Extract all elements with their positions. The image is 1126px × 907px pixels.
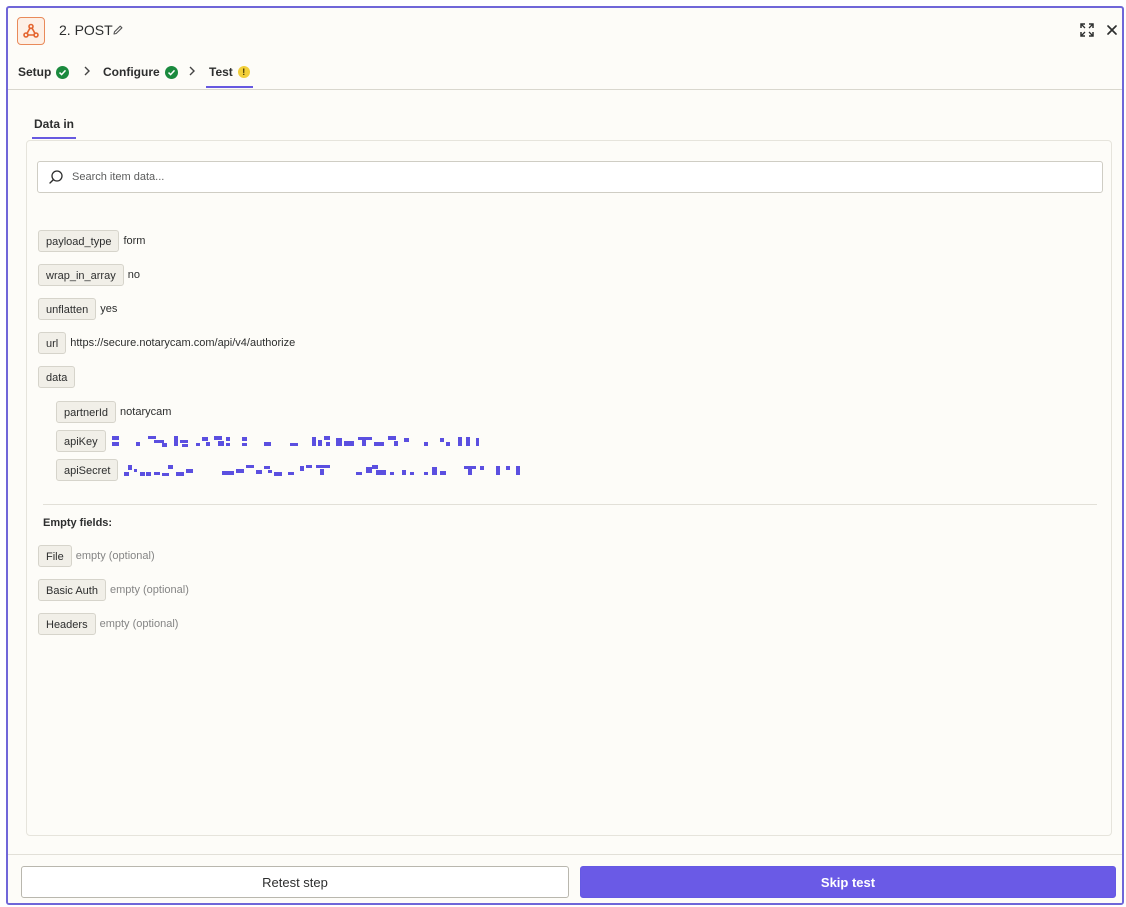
- field-key[interactable]: data: [38, 366, 76, 388]
- tab-data-in[interactable]: Data in: [34, 117, 74, 131]
- search-icon: [49, 170, 63, 184]
- step-configure[interactable]: Configure: [103, 65, 178, 79]
- section-divider: [43, 504, 1097, 505]
- check-circle-icon: [164, 65, 178, 79]
- field-key[interactable]: apiSecret: [56, 459, 119, 481]
- search-input[interactable]: [70, 170, 1074, 184]
- step-test[interactable]: Test !: [209, 65, 250, 79]
- field-key[interactable]: wrap_in_array: [38, 264, 124, 286]
- empty-field-row: File empty (optional): [38, 545, 155, 567]
- step-test-label: Test: [209, 65, 233, 79]
- active-step-indicator: [206, 86, 253, 88]
- nested-field-row: apiKey: [56, 430, 484, 452]
- field-key[interactable]: Headers: [38, 613, 96, 635]
- retest-step-button[interactable]: Retest step: [21, 866, 569, 898]
- field-value: yes: [100, 303, 118, 315]
- redacted-value: [124, 465, 521, 476]
- field-row: url https://secure.notarycam.com/api/v4/…: [38, 332, 295, 354]
- close-icon[interactable]: [1103, 21, 1121, 39]
- field-value: no: [127, 269, 140, 281]
- field-row: payload_type form: [38, 230, 145, 252]
- field-key[interactable]: url: [38, 332, 67, 354]
- search-box[interactable]: [37, 161, 1103, 193]
- warning-icon: !: [237, 66, 250, 78]
- active-tab-indicator: [32, 137, 76, 139]
- field-row: wrap_in_array no: [38, 264, 140, 286]
- step-setup-label: Setup: [18, 65, 52, 79]
- skip-test-button[interactable]: Skip test: [580, 866, 1116, 898]
- field-key[interactable]: File: [38, 545, 72, 567]
- nested-field-row: apiSecret: [56, 459, 524, 481]
- step-panel: 2. POST Setup Configure Test ! Data in S…: [6, 6, 1124, 905]
- step-setup[interactable]: Setup: [18, 65, 70, 79]
- step-configure-label: Configure: [103, 65, 160, 79]
- field-row: data: [38, 366, 76, 388]
- field-value: https://secure.notarycam.com/api/v4/auth…: [70, 337, 296, 349]
- chevron-right-icon: [83, 64, 91, 80]
- webhook-icon[interactable]: [17, 17, 45, 45]
- data-in-panel: payload_type form wrap_in_array no unfla…: [26, 140, 1112, 836]
- field-value: empty (optional): [75, 550, 155, 562]
- empty-fields-heading: Empty fields:: [43, 517, 113, 529]
- field-key[interactable]: partnerId: [56, 401, 117, 423]
- field-key[interactable]: payload_type: [38, 230, 120, 252]
- nested-field-row: partnerId notarycam: [56, 401, 171, 423]
- field-key[interactable]: Basic Auth: [38, 579, 106, 601]
- empty-field-row: Basic Auth empty (optional): [38, 579, 189, 601]
- field-row: unflatten yes: [38, 298, 117, 320]
- panel-footer: Retest step Skip test: [8, 854, 1122, 903]
- panel-header: 2. POST: [8, 8, 1122, 54]
- redacted-value: [111, 436, 479, 447]
- edit-pencil-icon[interactable]: [112, 23, 124, 41]
- field-value: empty (optional): [109, 584, 189, 596]
- field-value: notarycam: [120, 406, 172, 418]
- field-key[interactable]: apiKey: [56, 430, 106, 452]
- field-key[interactable]: unflatten: [38, 298, 97, 320]
- field-value: form: [123, 235, 146, 247]
- chevron-right-icon: [188, 64, 196, 80]
- empty-field-row: Headers empty (optional): [38, 613, 178, 635]
- check-circle-icon: [56, 65, 70, 79]
- field-value: empty (optional): [99, 618, 179, 630]
- step-navigation: Setup Configure Test !: [8, 54, 1122, 90]
- expand-icon[interactable]: [1078, 21, 1096, 39]
- step-title: 2. POST: [59, 22, 113, 38]
